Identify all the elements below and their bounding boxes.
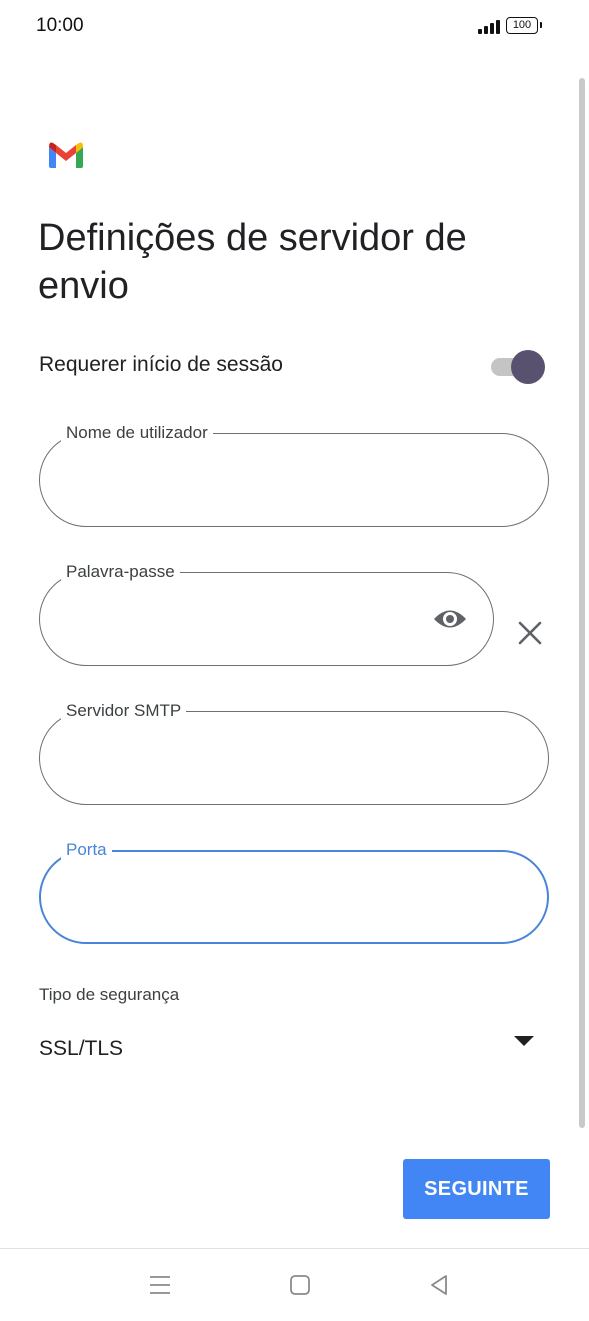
- scrollbar[interactable]: [579, 78, 585, 1128]
- back-icon[interactable]: [426, 1271, 454, 1299]
- port-input[interactable]: [63, 880, 467, 916]
- recents-icon[interactable]: [146, 1271, 174, 1299]
- password-label: Palavra-passe: [61, 561, 180, 583]
- require-signin-toggle[interactable]: [491, 350, 545, 384]
- security-type-label: Tipo de segurança: [39, 985, 180, 1004]
- require-signin-label: Requerer início de sessão: [39, 353, 283, 376]
- gmail-logo: [49, 142, 83, 168]
- eye-icon[interactable]: [432, 606, 468, 632]
- status-bar: 10:00 100: [0, 0, 589, 56]
- dropdown-arrow-icon[interactable]: [512, 1034, 536, 1048]
- navigation-bar: [0, 1248, 589, 1321]
- port-label: Porta: [61, 839, 112, 861]
- password-field[interactable]: Palavra-passe: [39, 561, 494, 666]
- smtp-server-field[interactable]: Servidor SMTP: [39, 700, 549, 805]
- signal-bars-icon: [478, 20, 500, 34]
- username-input[interactable]: [63, 463, 467, 499]
- battery-icon: 100: [506, 17, 542, 34]
- status-time: 10:00: [36, 15, 84, 36]
- require-signin-row: Requerer início de sessão: [39, 348, 549, 384]
- password-input[interactable]: [63, 602, 407, 638]
- toggle-thumb: [511, 350, 545, 384]
- page-title: Definições de servidor de envio: [38, 217, 467, 307]
- username-label: Nome de utilizador: [61, 422, 213, 444]
- security-type-select[interactable]: SSL/TLS: [39, 1037, 123, 1061]
- username-field[interactable]: Nome de utilizador: [39, 422, 549, 527]
- close-icon[interactable]: [513, 616, 547, 650]
- next-button[interactable]: SEGUINTE: [403, 1159, 550, 1219]
- port-field[interactable]: Porta: [39, 839, 549, 944]
- home-icon[interactable]: [286, 1271, 314, 1299]
- smtp-server-label: Servidor SMTP: [61, 700, 187, 722]
- smtp-server-input[interactable]: [63, 741, 467, 777]
